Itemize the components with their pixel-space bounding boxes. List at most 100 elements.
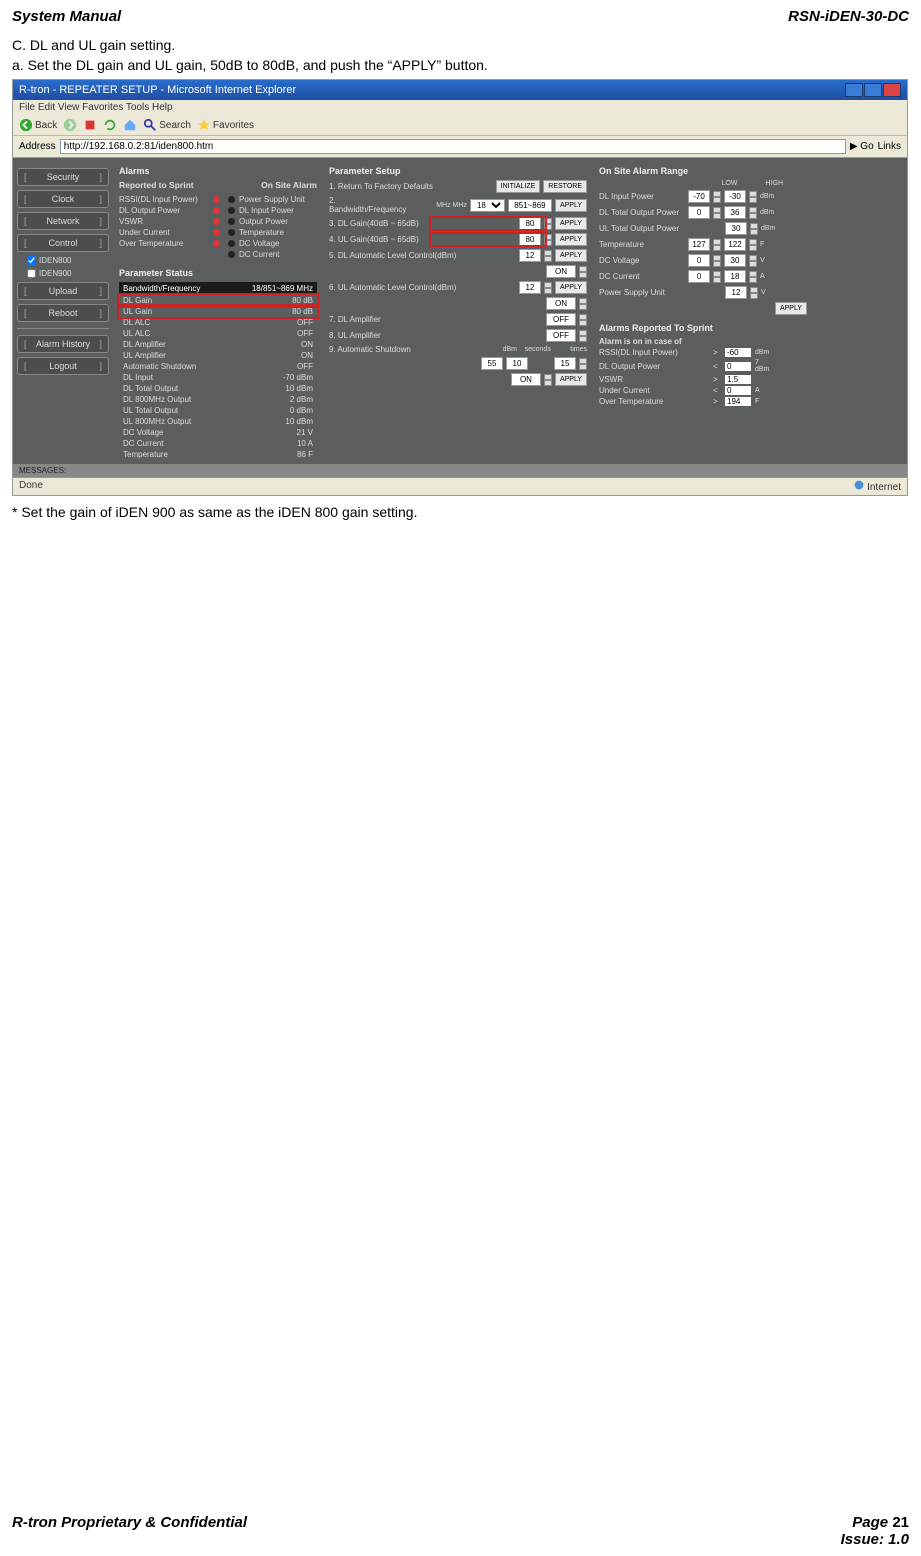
- sidebar-item-network[interactable]: [Network]: [17, 212, 109, 230]
- forward-icon: [63, 118, 77, 132]
- minimize-icon[interactable]: [845, 83, 863, 97]
- spinner-icon[interactable]: ▲▼: [749, 239, 757, 251]
- spinner-icon[interactable]: ▲▼: [544, 234, 552, 246]
- sidebar-item-alarm-history[interactable]: [Alarm History]: [17, 335, 109, 353]
- pstatus-r: OFF: [297, 329, 313, 338]
- ul-gain-input[interactable]: [519, 233, 541, 246]
- spinner-icon[interactable]: ▲▼: [579, 266, 587, 278]
- spinner-icon[interactable]: ▲▼: [750, 287, 758, 299]
- refresh-button[interactable]: [103, 118, 117, 132]
- range-lo-input[interactable]: [688, 190, 710, 203]
- param-label: 9. Automatic Shutdown: [329, 345, 457, 354]
- sidebar-item-logout[interactable]: [Logout]: [17, 357, 109, 375]
- favorites-button[interactable]: Favorites: [197, 118, 254, 132]
- range-lo-input[interactable]: [688, 254, 710, 267]
- spinner-icon[interactable]: ▲▼: [749, 255, 757, 267]
- spinner-icon[interactable]: ▲▼: [544, 218, 552, 230]
- check-iden800[interactable]: IDEN800: [27, 256, 109, 265]
- range-hi-input[interactable]: [724, 270, 746, 283]
- range-lo-input[interactable]: [688, 206, 710, 219]
- range-hi-input[interactable]: [724, 254, 746, 267]
- go-label: Go: [860, 141, 873, 152]
- asd-times-input[interactable]: [554, 357, 576, 370]
- spinner-icon[interactable]: ▲▼: [713, 255, 721, 267]
- spinner-icon[interactable]: ▲▼: [713, 239, 721, 251]
- spinner-icon[interactable]: ▲▼: [579, 330, 587, 342]
- dl-gain-input[interactable]: [519, 217, 541, 230]
- sprint-op: <: [713, 386, 721, 395]
- range-hi-input[interactable]: [725, 286, 747, 299]
- spinner-icon[interactable]: ▲▼: [713, 271, 721, 283]
- address-input[interactable]: [60, 139, 846, 154]
- spinner-icon[interactable]: ▲▼: [579, 314, 587, 326]
- param-label: 5. DL Automatic Level Control(dBm): [329, 251, 516, 260]
- asd-on-input[interactable]: [511, 373, 541, 386]
- pstatus-l: Automatic Shutdown: [123, 362, 196, 371]
- bw-apply-button[interactable]: APPLY: [555, 199, 587, 212]
- ul-amp-input[interactable]: [546, 329, 576, 342]
- back-button[interactable]: Back: [19, 118, 57, 132]
- spinner-icon[interactable]: ▲▼: [544, 374, 552, 386]
- range-hi-input[interactable]: [725, 222, 747, 235]
- search-button[interactable]: Search: [143, 118, 191, 132]
- search-label: Search: [159, 120, 191, 131]
- spinner-icon[interactable]: ▲▼: [713, 191, 721, 203]
- initialize-button[interactable]: INITIALIZE: [496, 180, 541, 193]
- range-hi-input[interactable]: [724, 190, 746, 203]
- alarm-l: Under Current: [119, 228, 209, 237]
- close-icon[interactable]: [883, 83, 901, 97]
- asd-apply-button[interactable]: APPLY: [555, 373, 587, 386]
- stop-button[interactable]: [83, 118, 97, 132]
- checkbox-iden900[interactable]: [27, 269, 36, 278]
- freq-input[interactable]: [508, 199, 552, 212]
- spinner-icon[interactable]: ▲▼: [579, 298, 587, 310]
- alarm-row: DC Current: [119, 249, 317, 260]
- bw-select[interactable]: 18: [470, 199, 505, 212]
- ul-alc-apply-button[interactable]: APPLY: [555, 281, 587, 294]
- asd-dbm-input[interactable]: [481, 357, 503, 370]
- dl-alc-on-input[interactable]: [546, 265, 576, 278]
- step-a: a. Set the DL gain and UL gain, 50dB to …: [12, 57, 909, 73]
- dl-alc-input[interactable]: [519, 249, 541, 262]
- spinner-icon[interactable]: ▲▼: [544, 282, 552, 294]
- range-apply-button[interactable]: APPLY: [775, 302, 807, 315]
- maximize-icon[interactable]: [864, 83, 882, 97]
- ul-gain-apply-button[interactable]: APPLY: [555, 233, 587, 246]
- links-label[interactable]: Links: [878, 141, 901, 152]
- param-auto-shutdown-vals: ▲▼: [329, 357, 587, 370]
- ul-alc-on-input[interactable]: [546, 297, 576, 310]
- pstatus-r: -70 dBm: [283, 373, 313, 382]
- ul-alc-input[interactable]: [519, 281, 541, 294]
- range-hi-input[interactable]: [724, 238, 746, 251]
- spinner-icon[interactable]: ▲▼: [749, 191, 757, 203]
- dl-amp-input[interactable]: [546, 313, 576, 326]
- sidebar-item-reboot[interactable]: [Reboot]: [17, 304, 109, 322]
- checkbox-iden800[interactable]: [27, 256, 36, 265]
- spinner-icon[interactable]: ▲▼: [713, 207, 721, 219]
- spinner-icon[interactable]: ▲▼: [749, 271, 757, 283]
- pstatus-row: Automatic ShutdownOFF: [119, 361, 317, 372]
- check-iden900[interactable]: IDEN900: [27, 269, 109, 278]
- sprint-row: Over Temperature>194F: [599, 397, 807, 406]
- menu-bar[interactable]: File Edit View Favorites Tools Help: [13, 100, 907, 115]
- range-lo-input[interactable]: [688, 270, 710, 283]
- asd-sec-input[interactable]: [506, 357, 528, 370]
- range-hi-input[interactable]: [724, 206, 746, 219]
- dl-alc-apply-button[interactable]: APPLY: [555, 249, 587, 262]
- window-controls[interactable]: [845, 83, 901, 97]
- forward-button[interactable]: [63, 118, 77, 132]
- spinner-icon[interactable]: ▲▼: [749, 207, 757, 219]
- home-button[interactable]: [123, 118, 137, 132]
- dl-gain-apply-button[interactable]: APPLY: [555, 217, 587, 230]
- restore-button[interactable]: RESTORE: [543, 180, 587, 193]
- sidebar-item-clock[interactable]: [Clock]: [17, 190, 109, 208]
- spinner-icon[interactable]: ▲▼: [579, 358, 587, 370]
- sidebar-item-control[interactable]: [Control]: [17, 234, 109, 252]
- spinner-icon[interactable]: ▲▼: [750, 223, 758, 235]
- range-lo-input[interactable]: [688, 238, 710, 251]
- spinner-icon[interactable]: ▲▼: [544, 250, 552, 262]
- sidebar-item-security[interactable]: [Security]: [17, 168, 109, 186]
- sprint-row: RSSI(DL Input Power)>-60dBm: [599, 348, 807, 357]
- go-button[interactable]: ▶ Go: [850, 141, 874, 152]
- sidebar-item-upload[interactable]: [Upload]: [17, 282, 109, 300]
